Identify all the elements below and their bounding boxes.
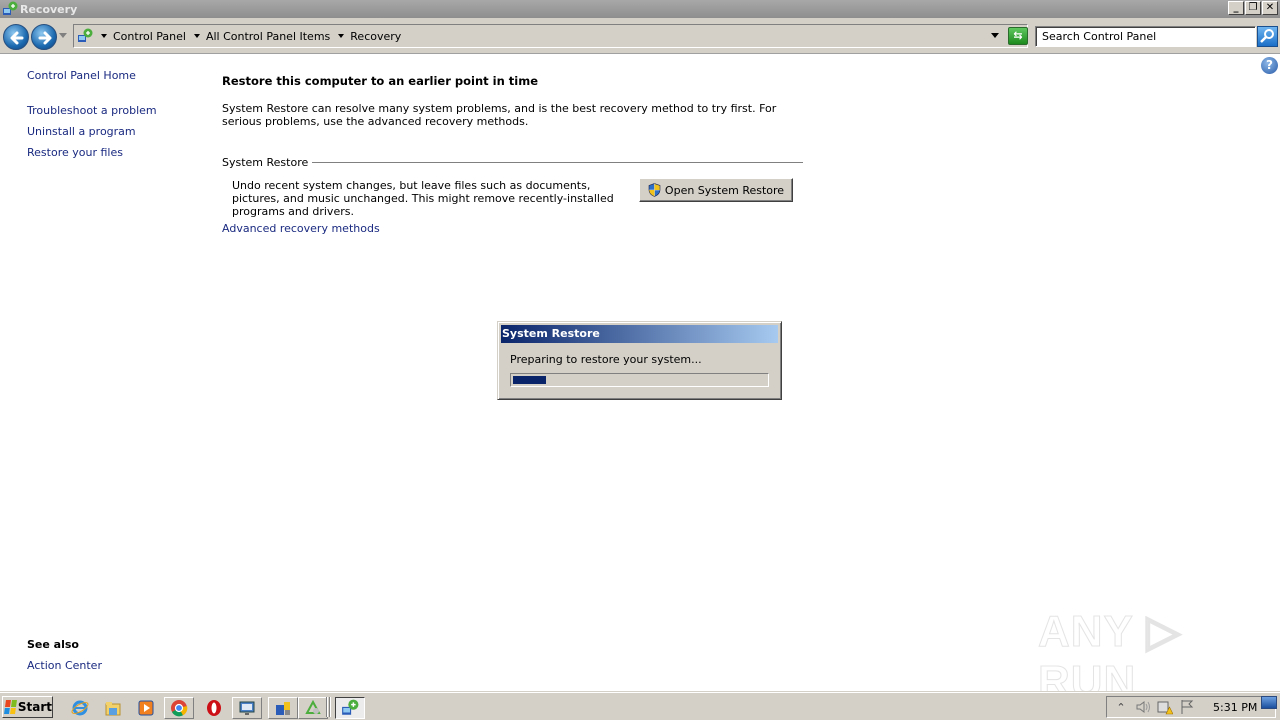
start-label: Start bbox=[17, 700, 52, 714]
recent-pages-dropdown[interactable] bbox=[59, 33, 67, 38]
system-restore-group: System Restore bbox=[222, 155, 803, 169]
recovery-window-icon[interactable] bbox=[335, 697, 365, 719]
open-system-restore-button[interactable]: Open System Restore bbox=[639, 178, 793, 202]
breadcrumb-chevron-icon[interactable] bbox=[101, 34, 107, 38]
control-panel-icon bbox=[77, 28, 93, 44]
recovery-app-icon bbox=[2, 1, 18, 17]
taskbar-grip[interactable] bbox=[329, 697, 330, 717]
close-button[interactable]: ✕ bbox=[1262, 1, 1278, 15]
window-title: Recovery bbox=[20, 2, 78, 16]
sidebar-action-center[interactable]: Action Center bbox=[27, 659, 102, 672]
clock[interactable]: 5:31 PM bbox=[1213, 701, 1257, 714]
uac-shield-icon bbox=[648, 183, 661, 197]
restore-progress-bar bbox=[510, 373, 769, 387]
help-icon[interactable]: ? bbox=[1261, 57, 1278, 74]
taskbar: Start ⌃ 5:31 PM bbox=[0, 692, 1280, 720]
page-title: Restore this computer to an earlier poin… bbox=[222, 74, 538, 88]
recycle-tool-icon[interactable] bbox=[298, 697, 328, 719]
search-icon bbox=[1260, 29, 1274, 43]
forward-button[interactable] bbox=[31, 24, 57, 50]
address-bar[interactable]: Control Panel All Control Panel Items Re… bbox=[73, 24, 1028, 48]
progress-fill bbox=[513, 376, 546, 384]
show-desktop-button[interactable] bbox=[1261, 696, 1277, 709]
media-player-icon[interactable] bbox=[134, 697, 158, 719]
forward-arrow-icon bbox=[38, 31, 52, 45]
system-restore-dialog: System Restore Preparing to restore your… bbox=[497, 321, 782, 400]
control-panel-icon[interactable] bbox=[268, 697, 298, 719]
page-description: System Restore can resolve many system p… bbox=[222, 102, 777, 128]
navigation-bar: Control Panel All Control Panel Items Re… bbox=[0, 18, 1280, 54]
remote-desktop-icon[interactable] bbox=[232, 697, 262, 719]
system-restore-description: Undo recent system changes, but leave fi… bbox=[232, 179, 614, 218]
back-arrow-icon bbox=[10, 31, 24, 45]
breadcrumb-chevron-icon[interactable] bbox=[193, 34, 200, 38]
sidebar-restore-files[interactable]: Restore your files bbox=[27, 146, 123, 159]
breadcrumb-chevron-icon[interactable] bbox=[338, 34, 345, 38]
system-tray: ⌃ 5:31 PM bbox=[1106, 696, 1276, 718]
internet-explorer-icon[interactable] bbox=[68, 697, 92, 719]
refresh-button[interactable]: ⇆ bbox=[1008, 27, 1028, 45]
dialog-title: System Restore bbox=[501, 325, 778, 343]
see-also-heading: See also bbox=[27, 638, 79, 651]
address-history-dropdown-icon[interactable] bbox=[991, 33, 999, 38]
open-system-restore-label: Open System Restore bbox=[664, 183, 785, 197]
breadcrumb-recovery[interactable]: Recovery bbox=[350, 30, 401, 43]
breadcrumb-all-items[interactable]: All Control Panel Items bbox=[206, 30, 330, 43]
minimize-button[interactable]: _ bbox=[1228, 1, 1244, 15]
search-input[interactable]: Search Control Panel bbox=[1035, 26, 1256, 47]
opera-icon[interactable] bbox=[202, 697, 226, 719]
back-button[interactable] bbox=[3, 24, 29, 50]
action-center-flag-icon[interactable] bbox=[1179, 699, 1195, 715]
breadcrumb-control-panel[interactable]: Control Panel bbox=[113, 30, 186, 43]
taskbar-grip[interactable] bbox=[326, 697, 327, 717]
group-label: System Restore bbox=[222, 155, 309, 169]
title-bar: Recovery _ ❐ ✕ bbox=[0, 0, 1280, 18]
start-button[interactable]: Start bbox=[2, 696, 53, 718]
sidebar-uninstall-program[interactable]: Uninstall a program bbox=[27, 125, 136, 138]
chrome-icon[interactable] bbox=[164, 697, 194, 719]
file-explorer-icon[interactable] bbox=[101, 697, 125, 719]
windows-logo-icon bbox=[4, 700, 17, 714]
dialog-message: Preparing to restore your system... bbox=[510, 353, 702, 366]
sidebar-troubleshoot[interactable]: Troubleshoot a problem bbox=[27, 104, 157, 117]
advanced-recovery-link[interactable]: Advanced recovery methods bbox=[222, 222, 380, 235]
group-divider bbox=[312, 161, 803, 163]
show-hidden-icons-icon[interactable]: ⌃ bbox=[1113, 699, 1129, 715]
sidebar-control-panel-home[interactable]: Control Panel Home bbox=[27, 69, 136, 82]
search-button[interactable] bbox=[1257, 26, 1278, 47]
network-warning-icon[interactable] bbox=[1157, 699, 1173, 715]
restore-button[interactable]: ❐ bbox=[1245, 1, 1261, 15]
volume-icon[interactable] bbox=[1135, 699, 1151, 715]
